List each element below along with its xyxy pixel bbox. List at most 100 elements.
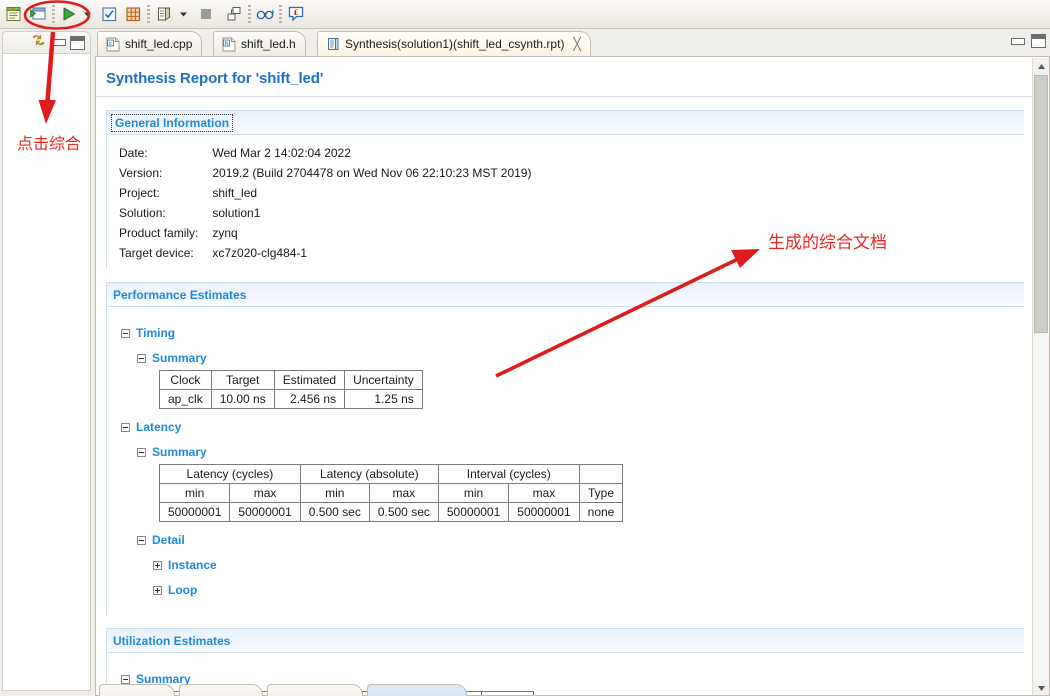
table-row: Product family: zynq <box>119 223 531 243</box>
section-header-utilization-estimates[interactable]: Utilization Estimates <box>106 628 1024 653</box>
toolbar-separator <box>279 5 282 23</box>
cell-uncertainty: 1.25 ns <box>344 389 423 409</box>
section-body-performance-estimates: Timing Summary Clock Target Estimated Un… <box>106 307 1024 615</box>
column-header: Type <box>578 483 624 503</box>
tree-node-instance[interactable]: Instance <box>153 558 1024 572</box>
main-toolbar: £ <box>0 0 1050 29</box>
tree-node-detail[interactable]: Detail <box>137 533 1024 547</box>
tree-node-label: Detail <box>152 533 185 547</box>
table-row: Project: shift_led <box>119 183 531 203</box>
cell-type: none <box>578 502 624 522</box>
cell-estimated: 2.456 ns <box>273 389 346 409</box>
section-title-general-information: General Information <box>111 113 234 132</box>
maximize-panel-button[interactable] <box>70 35 85 50</box>
vertical-scrollbar[interactable] <box>1032 58 1049 695</box>
compare-reports-icon[interactable] <box>222 2 246 26</box>
table-row: Version: 2019.2 (Build 2704478 on Wed No… <box>119 163 531 183</box>
generated-report-annotation: 生成的综合文档 <box>768 233 887 253</box>
run-dropdown-arrow-icon[interactable] <box>81 2 93 26</box>
column-group-header: Latency (cycles) <box>159 464 301 484</box>
bottom-tab[interactable] <box>99 684 175 696</box>
bottom-tab-selected[interactable] <box>367 684 467 696</box>
tab-shift-led-h[interactable]: h shift_led.h <box>213 31 306 56</box>
collapse-icon[interactable] <box>137 447 146 457</box>
open-project-icon[interactable] <box>26 2 50 26</box>
svg-text:c: c <box>109 41 112 47</box>
cell-latency-abs-max: 0.500 sec <box>368 502 439 522</box>
new-file-icon[interactable] <box>2 2 26 26</box>
cell-interval-max: 50000001 <box>508 502 580 522</box>
column-header: min <box>437 483 510 503</box>
expand-icon[interactable] <box>153 585 162 595</box>
info-value: zynq <box>212 226 238 240</box>
tree-node-label: Latency <box>136 420 182 434</box>
general-information-table: Date: Wed Mar 2 14:02:04 2022 Version: 2… <box>119 143 531 263</box>
stop-icon[interactable] <box>194 2 218 26</box>
minimize-editor-button[interactable] <box>1009 35 1025 48</box>
editor-window-controls <box>1009 34 1046 48</box>
tab-label: shift_led.cpp <box>125 37 193 51</box>
table-row: Solution: solution1 <box>119 203 531 223</box>
export-rtl-icon[interactable] <box>152 2 176 26</box>
expand-icon[interactable] <box>153 560 162 570</box>
scroll-up-arrow-icon[interactable] <box>1033 58 1049 74</box>
section-header-performance-estimates[interactable]: Performance Estimates <box>106 282 1024 307</box>
scrollbar-thumb[interactable] <box>1034 75 1048 333</box>
scrollbar-track[interactable] <box>1033 334 1049 680</box>
table-row: ap_clk 10.00 ns 2.456 ns 1.25 ns <box>159 389 423 409</box>
collapse-icon[interactable] <box>137 535 146 545</box>
run-c-synthesis-icon[interactable] <box>57 2 81 26</box>
minimize-panel-button[interactable] <box>50 36 66 49</box>
section-header-general-information[interactable]: General Information <box>106 110 1024 135</box>
table-row: 50000001 50000001 0.500 sec 0.500 sec 50… <box>158 502 624 522</box>
bottom-tab[interactable] <box>267 684 363 696</box>
toolbar-separator <box>147 5 150 23</box>
tree-node-label: Timing <box>136 326 176 340</box>
latency-summary-table: Latency (cycles) Latency (absolute) Inte… <box>158 464 624 522</box>
tree-node-label: Summary <box>152 445 207 459</box>
collapse-icon[interactable] <box>137 353 146 363</box>
tree-node-timing[interactable]: Timing <box>121 326 1024 340</box>
run-cosimulation-icon[interactable] <box>121 2 145 26</box>
column-group-header: Interval (cycles) <box>437 464 580 484</box>
open-analysis-icon[interactable] <box>253 2 277 26</box>
info-value: solution1 <box>212 206 261 220</box>
column-group-header: Latency (absolute) <box>299 464 439 484</box>
close-icon[interactable]: ╳ <box>573 37 580 51</box>
tree-node-latency-summary[interactable]: Summary <box>137 445 1024 459</box>
info-key: Project: <box>119 186 160 200</box>
column-header: Clock <box>159 370 212 390</box>
column-header: Estimated <box>273 370 346 390</box>
directive-icon[interactable]: £ <box>284 2 308 26</box>
run-c-simulation-icon[interactable] <box>97 2 121 26</box>
editor-tab-strip: c shift_led.cpp h shift_led.h Synthesis(… <box>95 31 1050 56</box>
tree-node-timing-summary[interactable]: Summary <box>137 351 1024 365</box>
export-dropdown-arrow-icon[interactable] <box>176 2 190 26</box>
bottom-tab[interactable] <box>179 684 263 696</box>
cell-latency-cycles-max: 50000001 <box>229 502 301 522</box>
synchronize-icon[interactable] <box>31 33 46 52</box>
section-title-performance-estimates: Performance Estimates <box>113 287 247 302</box>
info-key: Target device: <box>119 246 194 260</box>
tree-node-latency[interactable]: Latency <box>121 420 1024 434</box>
tab-synthesis-report[interactable]: Synthesis(solution1)(shift_led_csynth.rp… <box>317 31 591 56</box>
info-key: Version: <box>119 166 163 180</box>
timing-summary-table: Clock Target Estimated Uncertainty ap_cl… <box>159 370 423 409</box>
table-row: Target device: xc7z020-clg484-1 <box>119 243 531 263</box>
collapse-icon[interactable] <box>121 422 130 432</box>
page-title: Synthesis Report for 'shift_led' <box>96 57 1034 97</box>
table-subheader-row: min max min max min max Type <box>158 483 624 503</box>
column-header: max <box>508 483 580 503</box>
column-group-header <box>578 464 624 484</box>
table-row: Date: Wed Mar 2 14:02:04 2022 <box>119 143 531 163</box>
tab-shift-led-cpp[interactable]: c shift_led.cpp <box>97 31 203 56</box>
info-value: shift_led <box>212 186 258 200</box>
section-title-utilization-estimates: Utilization Estimates <box>113 633 231 648</box>
table-header-row: Latency (cycles) Latency (absolute) Inte… <box>159 464 624 484</box>
toolbar-separator <box>248 5 251 23</box>
vivado-hls-window: £ c shift_led.cpp h shift_led.h Synthesi… <box>0 0 1050 696</box>
collapse-icon[interactable] <box>121 328 130 338</box>
explorer-panel-header <box>2 31 91 53</box>
tree-node-loop[interactable]: Loop <box>153 583 1024 597</box>
maximize-editor-button[interactable] <box>1031 34 1046 48</box>
